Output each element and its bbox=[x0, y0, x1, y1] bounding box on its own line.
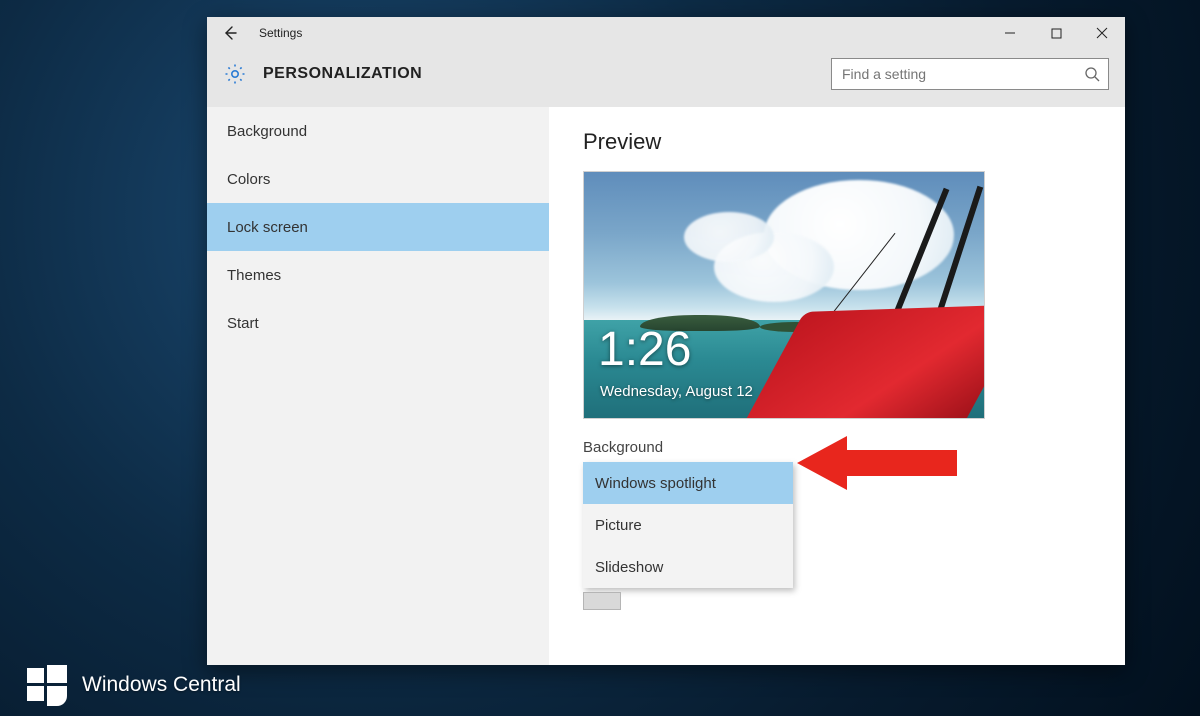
sidebar-item-themes[interactable]: Themes bbox=[207, 251, 549, 299]
category-header: PERSONALIZATION bbox=[207, 49, 1125, 107]
option-label: Slideshow bbox=[595, 559, 663, 576]
watermark-text: Windows Central bbox=[82, 673, 241, 697]
sidebar-item-label: Background bbox=[227, 123, 307, 140]
background-dropdown[interactable]: Windows spotlight Picture Slideshow bbox=[583, 462, 793, 588]
close-icon bbox=[1096, 27, 1108, 39]
window-title: Settings bbox=[259, 26, 302, 40]
sidebar-item-label: Themes bbox=[227, 267, 281, 284]
watermark: Windows Central bbox=[26, 664, 241, 706]
minimize-button[interactable] bbox=[987, 17, 1033, 49]
settings-window: Settings PERSONALIZATION bbox=[207, 17, 1125, 665]
gear-icon bbox=[223, 62, 247, 86]
back-arrow-icon bbox=[222, 25, 238, 41]
windows-central-logo-icon bbox=[26, 664, 68, 706]
window-body: Background Colors Lock screen Themes Sta… bbox=[207, 107, 1125, 665]
close-button[interactable] bbox=[1079, 17, 1125, 49]
sidebar-item-background[interactable]: Background bbox=[207, 107, 549, 155]
category-title: PERSONALIZATION bbox=[263, 65, 422, 83]
sidebar-item-label: Colors bbox=[227, 171, 270, 188]
search-box[interactable] bbox=[831, 58, 1109, 90]
option-label: Picture bbox=[595, 517, 642, 534]
sidebar-item-lock-screen[interactable]: Lock screen bbox=[207, 203, 549, 251]
sidebar-item-label: Lock screen bbox=[227, 219, 308, 236]
main-panel: Preview 1:26 Wednesday, August 12 Backgr… bbox=[549, 107, 1125, 665]
sidebar: Background Colors Lock screen Themes Sta… bbox=[207, 107, 549, 665]
back-button[interactable] bbox=[207, 17, 253, 49]
lockscreen-time: 1:26 bbox=[598, 326, 691, 374]
truncated-button[interactable] bbox=[583, 592, 621, 610]
annotation-arrow bbox=[797, 432, 957, 494]
background-option-slideshow[interactable]: Slideshow bbox=[583, 546, 793, 588]
lockscreen-preview: 1:26 Wednesday, August 12 bbox=[583, 171, 985, 419]
maximize-icon bbox=[1051, 28, 1062, 39]
background-option-picture[interactable]: Picture bbox=[583, 504, 793, 546]
preview-heading: Preview bbox=[583, 129, 1125, 155]
background-option-spotlight[interactable]: Windows spotlight bbox=[583, 462, 793, 504]
maximize-button[interactable] bbox=[1033, 17, 1079, 49]
sidebar-item-label: Start bbox=[227, 315, 259, 332]
search-input[interactable] bbox=[842, 66, 1084, 82]
sidebar-item-colors[interactable]: Colors bbox=[207, 155, 549, 203]
search-icon bbox=[1084, 66, 1100, 82]
titlebar: Settings bbox=[207, 17, 1125, 49]
minimize-icon bbox=[1004, 27, 1016, 39]
sidebar-item-start[interactable]: Start bbox=[207, 299, 549, 347]
option-label: Windows spotlight bbox=[595, 475, 716, 492]
lockscreen-date: Wednesday, August 12 bbox=[600, 383, 753, 400]
